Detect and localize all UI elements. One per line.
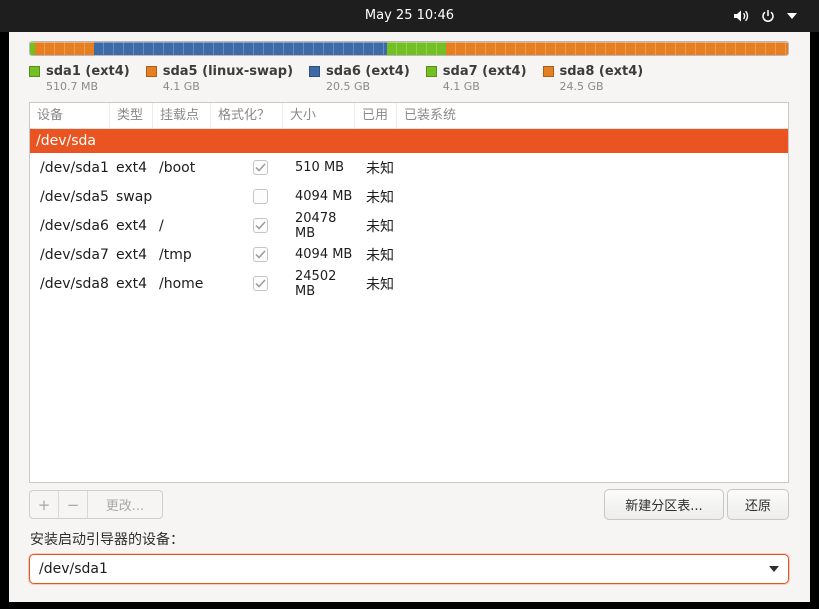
installer-window: sda1 (ext4) 510.7 MB sda5 (linux-swap) 4.1 … [9,32,810,602]
format-checkbox[interactable] [253,160,268,175]
new-partition-table-button[interactable]: 新建分区表... [604,489,724,520]
cell-size: 510 MB [295,160,345,175]
partition-table[interactable]: 设备 类型 挂载点 格式化？ 大小 已用 已装系统 /dev/sda /dev/… [29,102,789,483]
partition-edit-buttons: + − 更改... [29,490,163,519]
cell-format [233,189,288,204]
cell-used: 未知 [366,160,394,177]
partition-bar-segment-sda6 [93,42,388,55]
boot-loader-device-select[interactable]: /dev/sda1 [29,554,789,584]
legend-size: 24.5 GB [559,80,604,93]
cell-format [233,247,288,262]
table-row[interactable]: /dev/sda7 ext4/tmp 4094 MB 未知 [30,240,788,269]
partition-legend: sda1 (ext4) 510.7 MB sda5 (linux-swap) 4.1 … [29,64,659,93]
legend-item: sda1 (ext4) 510.7 MB [29,64,130,93]
remove-partition-button[interactable]: − [59,491,88,518]
cell-used: 未知 [366,189,394,206]
header-format[interactable]: 格式化？ [211,102,283,129]
table-row[interactable]: /dev/sda6 ext4 / 20478 MB 未知 [30,210,788,241]
check-icon [255,221,266,230]
header-type[interactable]: 类型 [110,102,153,129]
cell-type: ext4 [116,217,148,234]
cell-size: 4094 MB [295,189,353,204]
cell-type: swap [116,188,153,205]
cell-device: /dev/sda8 [40,275,109,292]
cell-size: 20478 MB [295,210,337,241]
legend-name: sda5 (linux-swap) [162,64,294,79]
header-used[interactable]: 已用 [355,102,397,129]
legend-item: sda6 (ext4) 20.5 GB [309,64,410,93]
cell-device: /dev/sda6 [40,217,109,234]
cell-mount: / [159,217,164,234]
header-device[interactable]: 设备 [30,102,110,129]
legend-name: sda8 (ext4) [559,64,644,79]
legend-swatch [29,66,40,77]
legend-swatch [145,66,157,77]
cell-format [233,218,288,233]
legend-item: sda7 (ext4) 4.1 GB [425,64,527,93]
cell-mount: /home [159,275,204,292]
cell-type: ext4 [116,275,148,292]
cell-type: ext4 [116,159,148,176]
cell-format [233,160,288,175]
cell-device: /dev/sda7 [40,246,109,263]
change-partition-button[interactable]: 更改... [88,491,162,518]
check-icon [255,279,266,288]
table-row[interactable]: /dev/sda1 ext4/boot 510 MB 未知 [30,153,788,182]
format-checkbox[interactable] [253,218,268,233]
revert-button[interactable]: 还原 [727,489,789,520]
cell-used: 未知 [366,276,394,293]
legend-size: 4.1 GB [442,80,480,93]
cell-size: 24502 MB [295,268,337,299]
header-mount[interactable]: 挂载点 [153,102,211,129]
cell-device: /dev/sda5 [40,188,109,205]
format-checkbox[interactable] [253,276,268,291]
cell-type: ext4 [116,246,148,263]
legend-swatch [309,66,321,77]
boot-loader-label: 安装启动引导器的设备： [30,532,184,548]
format-checkbox[interactable] [253,189,268,204]
legend-name: sda1 (ext4) [46,64,130,79]
header-installed-os[interactable]: 已装系统 [397,103,788,129]
header-size[interactable]: 大小 [283,102,355,129]
legend-swatch [542,66,554,77]
table-row[interactable]: /dev/sda5 swap 4094 MB 未知 [30,182,788,211]
disk-row[interactable]: /dev/sda [30,129,788,153]
table-row[interactable]: /dev/sda8 ext4/home 24502 MB 未知 [30,268,788,299]
format-checkbox[interactable] [253,247,268,262]
legend-name: sda6 (ext4) [326,64,410,79]
cell-mount: /boot [159,159,196,176]
partition-bar [29,41,789,56]
cell-size: 4094 MB [295,247,353,262]
top-bar: May 25 10:46 [0,0,819,32]
power-icon[interactable] [761,9,775,23]
legend-size: 4.1 GB [162,80,200,93]
chevron-down-icon [769,566,779,572]
partition-bar-segment-sda8 [446,42,788,55]
check-icon [255,250,266,259]
partition-rows: /dev/sda1 ext4/boot 510 MB 未知/dev/sda5 swap 4… [30,153,788,299]
volume-icon[interactable] [733,9,749,23]
cell-mount: /tmp [159,246,192,263]
cell-device: /dev/sda1 [40,159,109,176]
legend-item: sda8 (ext4) 24.5 GB [542,64,644,93]
legend-size: 20.5 GB [326,80,371,93]
legend-name: sda7 (ext4) [442,64,527,79]
partition-bar-segment-sda7 [387,42,447,55]
legend-swatch [425,66,437,77]
menu-arrow-icon[interactable] [787,13,797,19]
partition-bar-segment-sda5 [35,42,94,55]
cell-used: 未知 [366,247,394,264]
check-icon [255,163,266,172]
cell-used: 未知 [366,218,394,235]
clock[interactable]: May 25 10:46 [0,0,819,32]
boot-loader-device-value: /dev/sda1 [39,561,108,577]
cell-format [233,276,288,291]
add-partition-button[interactable]: + [30,491,59,518]
table-header: 设备 类型 挂载点 格式化？ 大小 已用 已装系统 [30,102,788,129]
legend-size: 510.7 MB [46,80,99,93]
legend-item: sda5 (linux-swap) 4.1 GB [145,64,294,93]
system-tray[interactable] [733,0,797,32]
